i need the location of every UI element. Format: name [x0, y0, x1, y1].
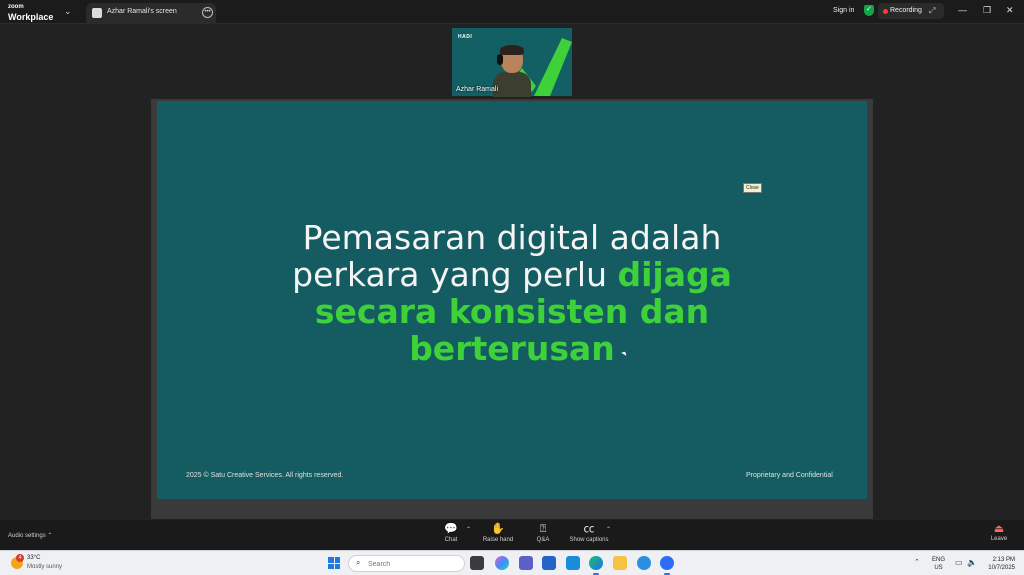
recording-indicator[interactable]: Recording ⤢	[878, 3, 944, 19]
clock-time: 2:13 PM	[992, 557, 1015, 563]
qa-label: Q&A	[536, 537, 550, 543]
taskbar-search[interactable]: ⌕	[348, 555, 465, 572]
leave-button[interactable]: ⏏ Leave	[986, 523, 1012, 542]
participant-avatar	[493, 45, 531, 97]
security-shield-icon[interactable]	[864, 5, 874, 16]
slide-line-2: perkara yang perlu dijaga	[157, 256, 867, 293]
close-button[interactable]: ✕	[1006, 5, 1014, 16]
clock-date: 10/7/2025	[988, 565, 1015, 571]
weather-temperature[interactable]: 33°C	[27, 555, 40, 561]
weather-description[interactable]: Mostly sunny	[27, 564, 62, 570]
video-logo: HADI	[458, 34, 473, 40]
slide-line-3: secara konsisten dan	[314, 292, 710, 331]
region-code: US	[934, 565, 943, 571]
show-hidden-icons-caret[interactable]: ⌃	[914, 558, 920, 566]
more-options-icon[interactable]: •••	[202, 7, 213, 18]
recording-dot-icon	[883, 9, 888, 14]
task-view-icon[interactable]	[470, 556, 484, 570]
title-bar: zoom Workplace ⌄ Azhar Ramali's screen •…	[0, 0, 1024, 24]
edge-icon[interactable]	[589, 556, 603, 575]
lang-code: ENG	[932, 557, 946, 563]
chat-button[interactable]: 💬 Chat	[431, 523, 471, 549]
teams-icon[interactable]	[519, 556, 533, 570]
weather-alert-badge: 4	[16, 554, 24, 562]
captions-icon: ㏄	[583, 523, 595, 535]
participant-name: Azhar Ramali	[456, 86, 499, 93]
expand-icon[interactable]: ⤢	[929, 6, 935, 16]
raise-hand-label: Raise hand	[482, 537, 514, 543]
internet-explorer-icon[interactable]	[637, 556, 651, 570]
sign-in-button[interactable]: Sign in	[833, 7, 854, 14]
slide-confidential: Proprietary and Confidential	[746, 472, 833, 479]
volume-icon[interactable]: 🔈	[967, 558, 977, 567]
tab-label: Azhar Ramali's screen	[107, 8, 177, 15]
zoom-workplace-logo[interactable]: zoom Workplace	[8, 3, 53, 22]
qa-icon: ⍰	[539, 523, 547, 535]
copilot-icon[interactable]	[495, 556, 509, 570]
screen-share-icon	[92, 8, 102, 18]
slide-line-2-plain: perkara yang perlu	[292, 255, 618, 294]
meeting-toolbar: Audio settings ⌃ 💬 Chat ⌃ ✋ Raise hand ⍰…	[0, 520, 1024, 550]
raise-hand-button[interactable]: ✋ Raise hand	[478, 523, 518, 549]
headset-icon	[497, 54, 503, 65]
chat-options-caret-icon[interactable]: ⌃	[466, 526, 471, 533]
chevron-down-icon[interactable]: ⌄	[64, 6, 72, 17]
mail-icon[interactable]	[566, 556, 580, 570]
tab-shared-screen[interactable]: Azhar Ramali's screen •••	[86, 3, 216, 24]
leave-icon: ⏏	[993, 523, 1005, 535]
file-explorer-icon[interactable]	[613, 556, 627, 570]
audio-settings-button[interactable]: Audio settings ⌃	[8, 532, 52, 539]
system-clock[interactable]: 2:13 PM 10/7/2025	[983, 556, 1015, 572]
network-icon[interactable]: ▭	[955, 558, 963, 567]
raise-hand-icon: ✋	[491, 523, 505, 535]
chat-icon: 💬	[444, 523, 458, 535]
show-captions-button[interactable]: ㏄ Show captions	[569, 523, 609, 549]
brand-zoom: zoom	[8, 4, 24, 10]
restore-button[interactable]: ❐	[983, 5, 991, 16]
minimize-button[interactable]: —	[958, 5, 967, 15]
slide-line-4: berterusan	[409, 329, 615, 368]
start-button[interactable]	[328, 557, 340, 569]
show-captions-label: Show captions	[569, 537, 609, 543]
windows-taskbar: 4 33°C Mostly sunny ⌕ ⌃ ENG US ▭ 🔈 2:13 …	[0, 550, 1024, 575]
qa-button[interactable]: ⍰ Q&A	[523, 523, 563, 549]
recording-label: Recording	[890, 7, 922, 14]
slide-line-2-highlight: dijaga	[617, 255, 732, 294]
leave-label: Leave	[990, 536, 1008, 542]
slide-headline: Pemasaran digital adalah perkara yang pe…	[157, 219, 867, 367]
language-indicator[interactable]: ENG US	[932, 556, 945, 572]
presentation-slide: Pemasaran digital adalah perkara yang pe…	[157, 101, 867, 499]
store-icon[interactable]	[542, 556, 556, 570]
chat-label: Chat	[444, 537, 458, 543]
zoom-window: zoom Workplace ⌄ Azhar Ramali's screen •…	[0, 0, 1024, 575]
brand-workplace: Workplace	[8, 12, 54, 22]
slide-line-1: Pemasaran digital adalah	[302, 218, 722, 257]
zoom-app-icon[interactable]	[660, 556, 674, 575]
slide-copyright: 2025 © Satu Creative Services. All right…	[186, 472, 344, 479]
close-tooltip[interactable]: Close	[743, 183, 762, 193]
captions-options-caret-icon[interactable]: ⌃	[606, 526, 611, 533]
search-icon: ⌕	[356, 558, 361, 567]
search-input[interactable]	[368, 558, 458, 570]
